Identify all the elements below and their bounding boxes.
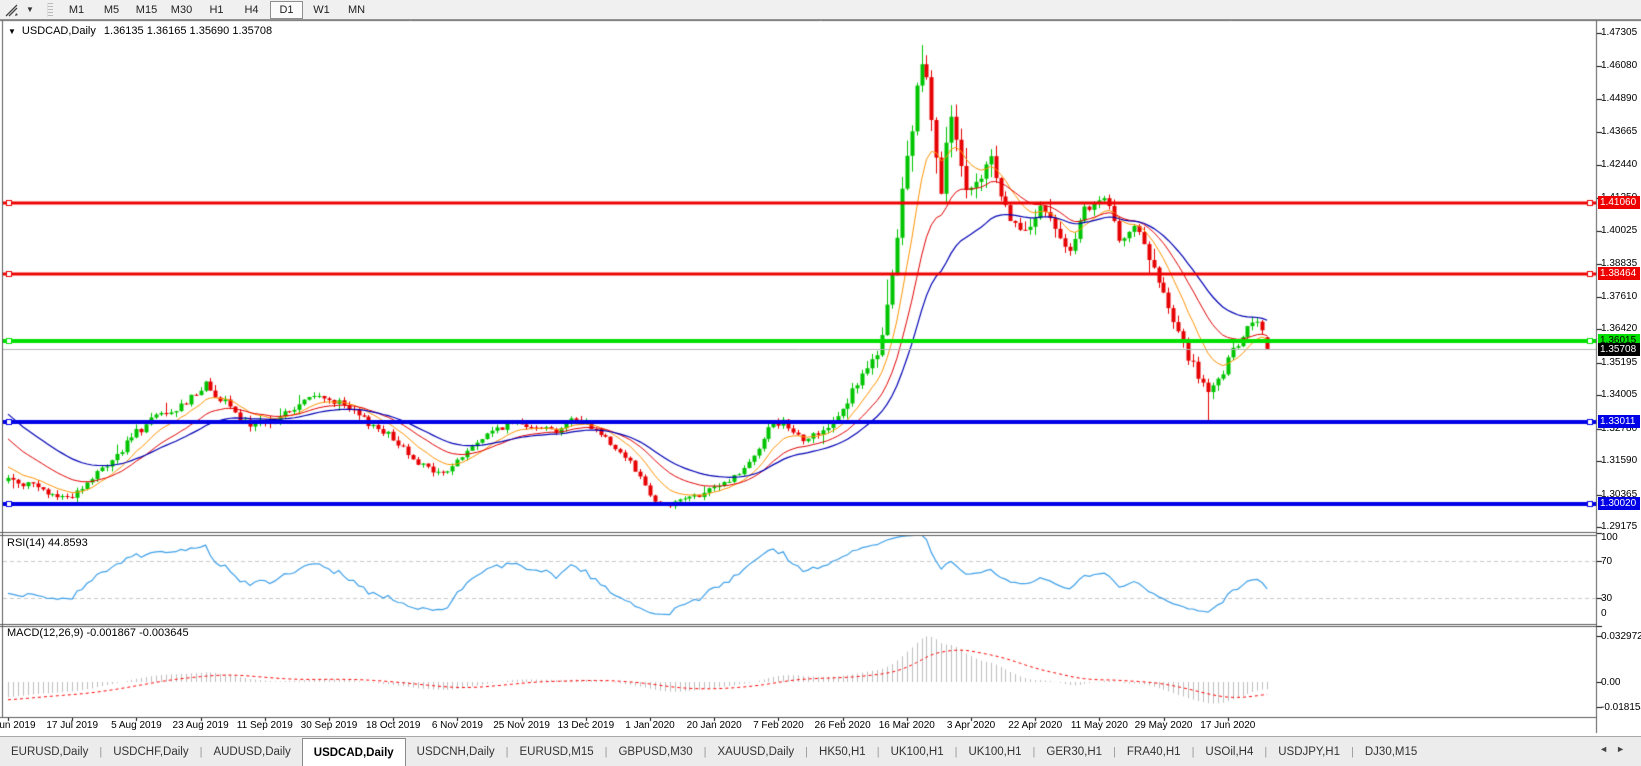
date-axis-label: 3 Apr 2020 [947,720,995,731]
date-axis-label: 17 Jul 2019 [46,720,98,731]
tab-ger30-h1[interactable]: GER30,H1 [1035,737,1113,766]
date-axis-label: 17 Jun 2020 [1200,720,1255,731]
price-axis-tick: 1.44890 [1601,93,1641,104]
price-axis-tick: 1.46080 [1601,60,1641,71]
tab-scroll-left-icon[interactable]: ◄ [1599,744,1616,754]
tab-usdcnh-daily[interactable]: USDCNH,Daily [406,737,506,766]
tab-eurusd-m15[interactable]: EURUSD,M15 [508,737,604,766]
hline-price-label: 1.30020 [1598,497,1640,510]
chart-ohlc-values: 1.36135 1.36165 1.35690 1.35708 [104,25,272,37]
macd-axis-tick: 0.032972 [1601,631,1641,642]
tab-usdcad-daily[interactable]: USDCAD,Daily [302,738,406,766]
tab-scroll-right-icon[interactable]: ► [1616,744,1633,754]
date-axis-label: 13 Dec 2019 [557,720,614,731]
hline-price-label: 1.33011 [1598,415,1640,428]
chart-symbol: USDCAD,Daily [22,25,96,37]
hline-price-label: 1.41060 [1598,196,1640,209]
date-axis-label: 6 Nov 2019 [432,720,483,731]
hline-price-label: 1.38464 [1598,267,1640,280]
tab-scroll-arrows[interactable]: ◄► [1599,744,1633,754]
price-axis-tick: 1.40025 [1601,225,1641,236]
rsi-axis-tick: 100 [1601,532,1641,543]
price-axis-tick: 1.47305 [1601,27,1641,38]
date-axis-label: 29 May 2020 [1135,720,1193,731]
rsi-axis-tick: 30 [1601,593,1641,604]
tab-uk100-h1[interactable]: UK100,H1 [957,737,1032,766]
tab-fra40-h1[interactable]: FRA40,H1 [1116,737,1192,766]
date-axis-label: 11 May 2020 [1071,720,1128,731]
date-axis-label: 16 Mar 2020 [879,720,935,731]
tab-dj30-m15[interactable]: DJ30,M15 [1354,737,1428,766]
rsi-axis-tick: 70 [1601,556,1641,567]
rsi-indicator-label: RSI(14) 44.8593 [7,537,88,549]
tab-eurusd-daily[interactable]: EURUSD,Daily [0,737,99,766]
current-price-label: 1.35708 [1598,343,1640,356]
tab-usoil-h4[interactable]: USOil,H4 [1194,737,1264,766]
date-axis-label: 30 Sep 2019 [301,720,358,731]
macd-axis-tick: -0.018154 [1601,702,1641,713]
price-axis-tick: 1.42440 [1601,159,1641,170]
date-axis-label: 5 Aug 2019 [111,720,162,731]
tab-uk100-h1[interactable]: UK100,H1 [880,737,955,766]
tab-hk50-h1[interactable]: HK50,H1 [808,737,877,766]
tab-xauusd-daily[interactable]: XAUUSD,Daily [706,737,805,766]
price-axis-tick: 1.34005 [1601,389,1641,400]
date-axis-label: 26 Feb 2020 [815,720,871,731]
date-axis-label: 23 Aug 2019 [173,720,229,731]
tab-usdchf-daily[interactable]: USDCHF,Daily [102,737,199,766]
price-axis-tick: 1.43665 [1601,126,1641,137]
tab-gbpusd-m30[interactable]: GBPUSD,M30 [607,737,703,766]
chart-title: ▼ USDCAD,Daily 1.36135 1.36165 1.35690 1… [8,25,272,37]
chart-canvas[interactable] [0,0,1641,766]
price-axis-tick: 1.29175 [1601,521,1641,532]
price-axis-tick: 1.31590 [1601,455,1641,466]
tab-audusd-daily[interactable]: AUDUSD,Daily [202,737,301,766]
date-axis-label: 1 Jan 2020 [625,720,675,731]
date-axis-label: 28 Jun 2019 [0,720,36,731]
tab-usdjpy-h1[interactable]: USDJPY,H1 [1267,737,1351,766]
rsi-axis-tick: 0 [1601,608,1641,619]
macd-axis-tick: 0.00 [1601,677,1641,688]
date-axis-label: 18 Oct 2019 [366,720,420,731]
date-axis-label: 22 Apr 2020 [1008,720,1062,731]
chart-title-collapse-icon[interactable]: ▼ [8,27,16,36]
date-axis-label: 20 Jan 2020 [687,720,742,731]
chart-tab-bar: EURUSD,Daily|USDCHF,Daily|AUDUSD,DailyUS… [0,736,1641,766]
price-axis-tick: 1.37610 [1601,291,1641,302]
date-axis-label: 11 Sep 2019 [237,720,293,731]
date-axis-label: 7 Feb 2020 [753,720,804,731]
date-axis-label: 25 Nov 2019 [493,720,550,731]
price-axis-tick: 1.35195 [1601,357,1641,368]
macd-indicator-label: MACD(12,26,9) -0.001867 -0.003645 [7,627,189,639]
